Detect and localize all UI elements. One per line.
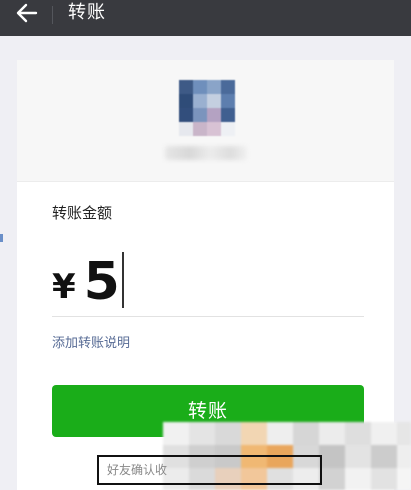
page-title: 转账 bbox=[68, 2, 106, 23]
edge-marker bbox=[0, 234, 3, 242]
add-note-link[interactable]: 添加转账说明 bbox=[52, 332, 130, 351]
title-bar: 转账 bbox=[0, 0, 411, 36]
amount-label: 转账金额 bbox=[52, 204, 113, 222]
arrow-left-icon[interactable] bbox=[14, 0, 40, 26]
amount-value: 5 bbox=[83, 252, 120, 312]
recipient-name bbox=[165, 146, 247, 160]
amount-divider bbox=[52, 316, 364, 317]
confirmation-hint: 好友确认收 bbox=[97, 455, 322, 485]
amount-input[interactable]: ¥ 5 bbox=[52, 248, 124, 312]
currency-symbol: ¥ bbox=[52, 267, 76, 307]
title-divider bbox=[52, 6, 53, 24]
recipient-section bbox=[17, 60, 394, 182]
avatar bbox=[179, 80, 235, 136]
text-cursor bbox=[121, 252, 124, 308]
